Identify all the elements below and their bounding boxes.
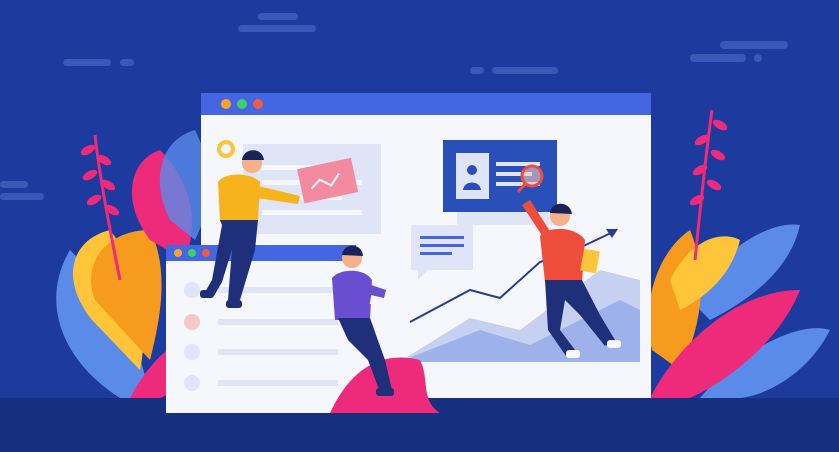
- window-dot-green: [237, 99, 247, 109]
- window-dot-orange: [174, 249, 182, 257]
- window-dot-green: [188, 249, 196, 257]
- profile-card: [443, 140, 557, 225]
- illustration: [0, 0, 839, 452]
- secondary-browser-window: [166, 245, 356, 413]
- window-dot-red: [253, 99, 263, 109]
- main-window-title-bar: [201, 93, 651, 115]
- lightbulb-icon: [217, 140, 235, 158]
- window-dot-red: [202, 249, 210, 257]
- window-dot-orange: [221, 99, 231, 109]
